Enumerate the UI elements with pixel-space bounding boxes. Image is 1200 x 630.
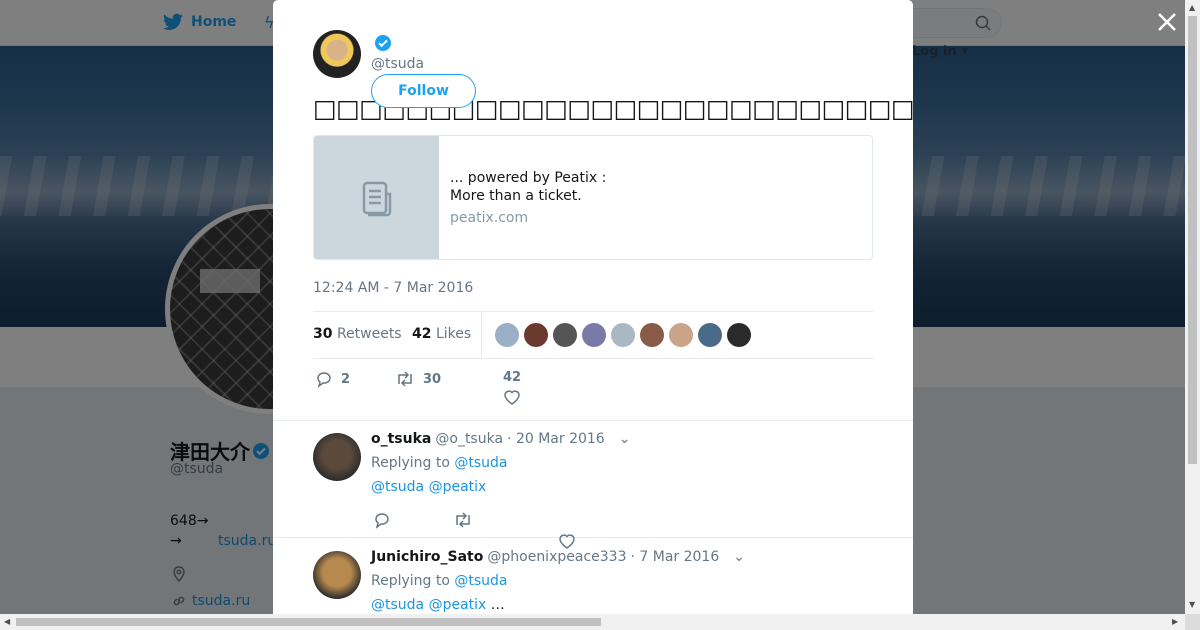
reply-tweet[interactable]: Junichiro_Sato @phoenixpeace333 · 7 Mar … — [273, 539, 913, 614]
card-title: ... powered by Peatix : More than a tick… — [450, 170, 607, 204]
close-icon — [1158, 13, 1176, 31]
reply-avatar[interactable] — [313, 551, 361, 599]
tweet-actions: 2 30 42 — [313, 370, 873, 410]
likes-stat[interactable]: 42 Likes — [412, 326, 471, 342]
card-thumbnail — [314, 136, 439, 259]
liker-avatar[interactable] — [727, 323, 751, 347]
replying-to: Replying to @tsuda — [371, 455, 508, 471]
tweet-stats: 30 Retweets 42 Likes — [313, 311, 873, 359]
horizontal-scroll-thumb[interactable] — [16, 618, 601, 626]
vertical-scroll-thumb[interactable] — [1188, 16, 1197, 464]
card-domain: peatix.com — [450, 210, 529, 226]
heart-icon — [504, 390, 520, 405]
chevron-down-icon: ▾ — [956, 44, 968, 59]
author-avatar[interactable] — [313, 30, 361, 78]
scroll-down-arrow[interactable]: ▼ — [1189, 600, 1195, 609]
liker-avatar[interactable] — [669, 323, 693, 347]
reply-action[interactable]: 2 — [315, 370, 350, 388]
close-modal-button[interactable] — [1154, 11, 1180, 37]
reply-text: @tsuda @peatix … — [371, 597, 505, 613]
reply-icon — [317, 372, 331, 388]
follow-button[interactable]: Follow — [371, 74, 476, 108]
reply-avatar[interactable] — [313, 433, 361, 481]
retweet-icon[interactable] — [453, 511, 473, 533]
scroll-right-arrow[interactable]: ▶ — [1172, 617, 1178, 626]
horizontal-scrollbar[interactable]: ◀ ▶ — [0, 614, 1185, 630]
vertical-scrollbar[interactable]: ▲ ▼ — [1185, 0, 1200, 614]
verified-badge-icon — [375, 35, 391, 51]
liker-avatar[interactable] — [611, 323, 635, 347]
reply-header: o_tsuka @o_tsuka · 20 Mar 2016 ⌄ — [371, 431, 631, 447]
liker-avatar[interactable] — [640, 323, 664, 347]
tweet-timestamp[interactable]: 12:24 AM - 7 Mar 2016 — [313, 280, 473, 296]
scroll-left-arrow[interactable]: ◀ — [4, 617, 10, 626]
retweet-icon — [398, 371, 412, 387]
retweet-action[interactable]: 30 — [395, 370, 441, 388]
author-handle[interactable]: @tsuda — [371, 56, 424, 72]
scroll-up-arrow[interactable]: ▲ — [1189, 3, 1195, 12]
liker-avatar[interactable] — [524, 323, 548, 347]
replying-to: Replying to @tsuda — [371, 573, 508, 589]
liker-avatar[interactable] — [698, 323, 722, 347]
login-link[interactable]: Log in ▾ — [912, 44, 968, 59]
reply-tweet[interactable]: o_tsuka @o_tsuka · 20 Mar 2016 ⌄ Replyin… — [273, 421, 913, 549]
chevron-down-icon[interactable]: ⌄ — [619, 431, 631, 447]
liker-avatar[interactable] — [582, 323, 606, 347]
chevron-down-icon[interactable]: ⌄ — [733, 549, 745, 565]
reply-icon[interactable] — [373, 511, 391, 533]
liker-avatars — [495, 323, 751, 347]
reply-text: @tsuda @peatix — [371, 479, 487, 495]
document-icon — [362, 181, 391, 216]
retweets-stat[interactable]: 30 Retweets — [313, 326, 402, 342]
liker-avatar[interactable] — [553, 323, 577, 347]
reply-header: Junichiro_Sato @phoenixpeace333 · 7 Mar … — [371, 549, 745, 565]
tweet-modal: @tsuda □□□□□□□□□□□□□□□□□□□□□□□□□□□□□□□□□… — [273, 0, 913, 614]
liker-avatar[interactable] — [495, 323, 519, 347]
like-action[interactable]: 42 — [503, 370, 521, 405]
link-card[interactable]: ... powered by Peatix : More than a tick… — [313, 135, 873, 260]
